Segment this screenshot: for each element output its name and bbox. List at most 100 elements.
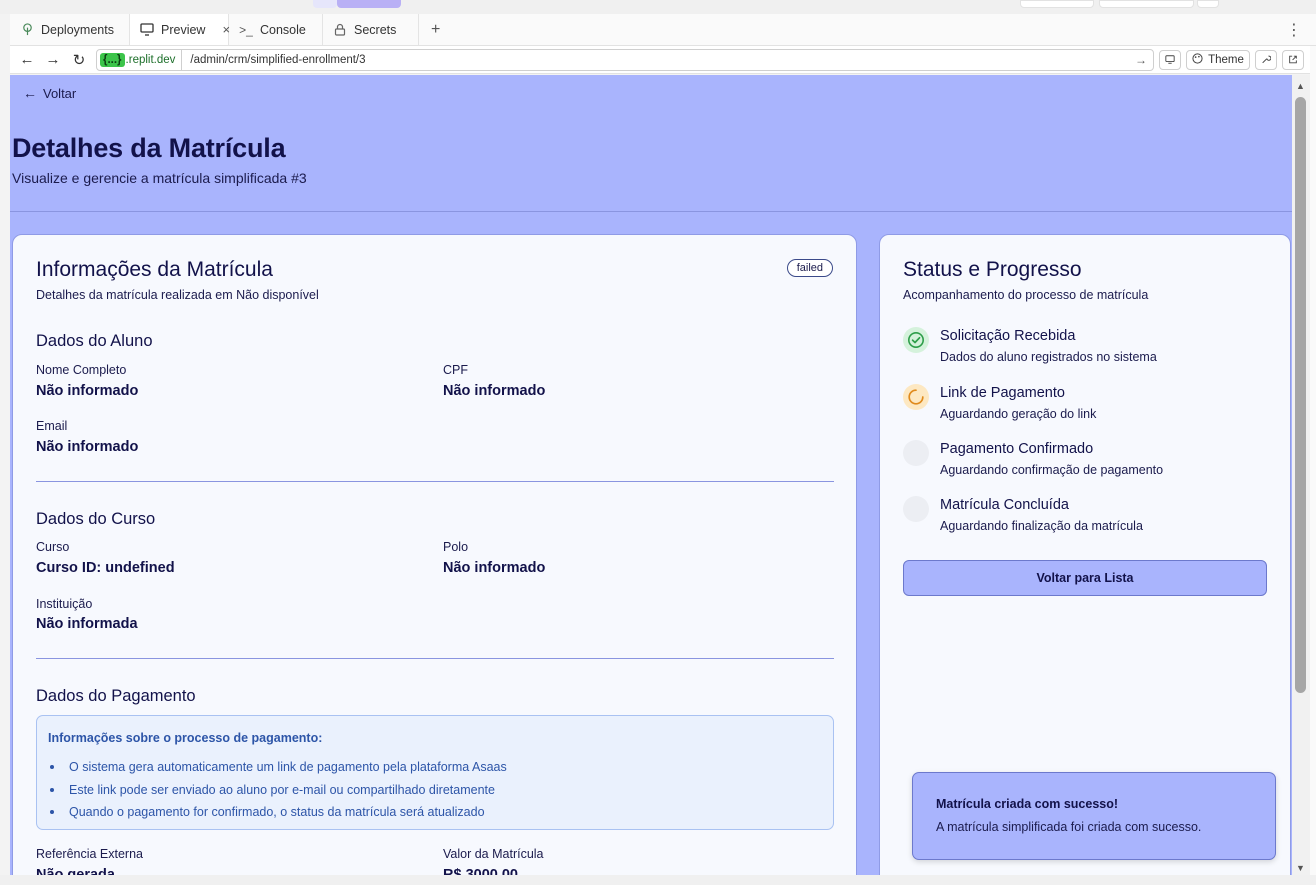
deployments-icon: [20, 23, 34, 37]
pending-circle-icon: [903, 440, 929, 466]
browser-top-strip: [0, 0, 1316, 14]
theme-label: Theme: [1208, 53, 1244, 66]
step-title: Matrícula Concluída: [940, 497, 1069, 513]
section-divider: [36, 658, 834, 659]
list-item: Quando o pagamento for confirmado, o sta…: [48, 801, 507, 824]
list-item: Este link pode ser enviado ao aluno por …: [48, 779, 507, 802]
tab-label: Deployments: [41, 22, 114, 37]
step-description: Aguardando confirmação de pagamento: [940, 463, 1164, 477]
info-list: O sistema gera automaticamente um link d…: [48, 756, 507, 824]
arrow-left-icon: ←: [23, 85, 37, 101]
field-label-name: Nome Completo: [36, 363, 127, 377]
scroll-down-icon[interactable]: ▼: [1295, 863, 1306, 873]
top-pill: [1099, 0, 1194, 8]
section-title-student: Dados do Aluno: [36, 332, 153, 350]
more-options-icon[interactable]: ⋮: [1272, 14, 1316, 45]
list-item-text: O sistema gera automaticamente um link d…: [69, 760, 507, 775]
list-item-text: Quando o pagamento for confirmado, o sta…: [69, 805, 485, 820]
monitor-icon: [140, 23, 154, 37]
step-title: Solicitação Recebida: [940, 328, 1076, 344]
section-title-payment: Dados do Pagamento: [36, 687, 196, 705]
preview-viewport: ← Voltar Detalhes da Matrícula Visualize…: [10, 75, 1292, 875]
reload-icon[interactable]: ↻: [66, 48, 92, 72]
list-item-text: Este link pode ser enviado ao aluno por …: [69, 782, 495, 797]
url-host-highlight: {...}: [100, 52, 125, 67]
card-title: Status e Progresso: [903, 258, 1082, 281]
top-pill: [1197, 0, 1219, 8]
url-path: /admin/crm/simplified-enrollment/3: [190, 53, 366, 66]
tab-deployments[interactable]: Deployments: [10, 14, 130, 45]
tab-secrets[interactable]: Secrets: [323, 14, 419, 45]
page-title: Detalhes da Matrícula: [12, 133, 286, 163]
payment-info-box: Informações sobre o processo de pagament…: [36, 715, 834, 830]
field-label-course: Curso: [36, 540, 70, 554]
wrench-icon[interactable]: [1255, 49, 1277, 70]
toast-title: Matrícula criada com sucesso!: [936, 797, 1119, 811]
step-title: Link de Pagamento: [940, 385, 1065, 401]
check-circle-icon: [903, 327, 929, 353]
url-bar: ← → ↻ {...} .replit.dev /admin/crm/simpl…: [10, 46, 1316, 74]
top-pill: [1020, 0, 1094, 8]
back-label: Voltar: [43, 85, 77, 101]
field-label-external-ref: Referência Externa: [36, 847, 144, 861]
add-tab-button[interactable]: +: [419, 14, 452, 45]
toast-description: A matrícula simplificada foi criada com …: [936, 820, 1202, 834]
scrollbar-thumb[interactable]: [1295, 97, 1306, 693]
theme-button[interactable]: Theme: [1186, 49, 1250, 70]
back-arrow-icon[interactable]: ←: [14, 48, 40, 72]
card-title: Informações da Matrícula: [36, 258, 273, 281]
section-title-course: Dados do Curso: [36, 510, 156, 528]
card-subtitle: Detalhes da matrícula realizada em Não d…: [36, 288, 319, 302]
terminal-icon: >_: [239, 22, 253, 37]
step-description: Aguardando finalização da matrícula: [940, 519, 1143, 533]
field-label-institution: Instituição: [36, 597, 93, 611]
field-value-polo: Não informado: [443, 560, 546, 576]
tab-console[interactable]: >_ Console: [229, 14, 323, 45]
field-label-polo: Polo: [443, 540, 469, 554]
forward-arrow-icon[interactable]: →: [40, 48, 66, 72]
pending-circle-icon: [903, 496, 929, 522]
enrollment-info-card: Informações da Matrícula Detalhes da mat…: [12, 234, 857, 875]
top-pill-active: [337, 0, 401, 8]
step-description: Aguardando geração do link: [940, 407, 1097, 421]
field-value-institution: Não informada: [36, 616, 138, 632]
devices-icon[interactable]: [1159, 49, 1181, 70]
bullet-icon: [50, 810, 54, 815]
step-title: Pagamento Confirmado: [940, 441, 1094, 457]
field-value-cpf: Não informado: [443, 383, 546, 399]
right-edge: [1310, 46, 1316, 885]
go-arrow-icon[interactable]: →: [1135, 53, 1153, 67]
list-item: O sistema gera automaticamente um link d…: [48, 756, 507, 779]
vertical-scrollbar[interactable]: ▲ ▼: [1292, 75, 1310, 875]
tab-preview[interactable]: Preview ×: [130, 14, 230, 45]
top-pill: [313, 0, 337, 8]
palette-icon: [1192, 52, 1203, 67]
step-description: Dados do aluno registrados no sistema: [940, 350, 1157, 364]
external-link-icon[interactable]: [1282, 49, 1304, 70]
field-value-amount: R$ 3000,00: [443, 867, 518, 875]
field-value-external-ref: Não gerada: [36, 867, 115, 875]
success-toast[interactable]: Matrícula criada com sucesso! A matrícul…: [912, 772, 1276, 860]
field-label-email: Email: [36, 419, 68, 433]
page-subtitle: Visualize e gerencie a matrícula simplif…: [12, 170, 307, 186]
back-to-list-button[interactable]: Voltar para Lista: [903, 560, 1267, 596]
card-subtitle: Acompanhamento do processo de matrícula: [903, 288, 1149, 302]
field-label-amount: Valor da Matrícula: [443, 847, 544, 861]
field-value-course: Curso ID: undefined: [36, 560, 175, 576]
field-label-cpf: CPF: [443, 363, 468, 377]
tab-label: Console: [260, 22, 306, 37]
info-box-title: Informações sobre o processo de pagament…: [48, 731, 323, 745]
bottom-strip: [0, 875, 1316, 885]
back-link[interactable]: ← Voltar: [23, 85, 76, 101]
browser-tab-bar: Deployments Preview × >_ Console Secrets…: [10, 14, 1316, 46]
left-edge: [0, 14, 10, 885]
bullet-icon: [50, 787, 54, 792]
bullet-icon: [50, 765, 54, 770]
url-input[interactable]: {...} .replit.dev /admin/crm/simplified-…: [96, 48, 1154, 71]
field-value-email: Não informado: [36, 439, 139, 455]
section-divider: [36, 481, 834, 482]
tab-label: Secrets: [354, 22, 397, 37]
loading-spinner-icon: [903, 384, 929, 410]
scroll-up-icon[interactable]: ▲: [1295, 81, 1306, 91]
lock-icon: [333, 23, 347, 37]
